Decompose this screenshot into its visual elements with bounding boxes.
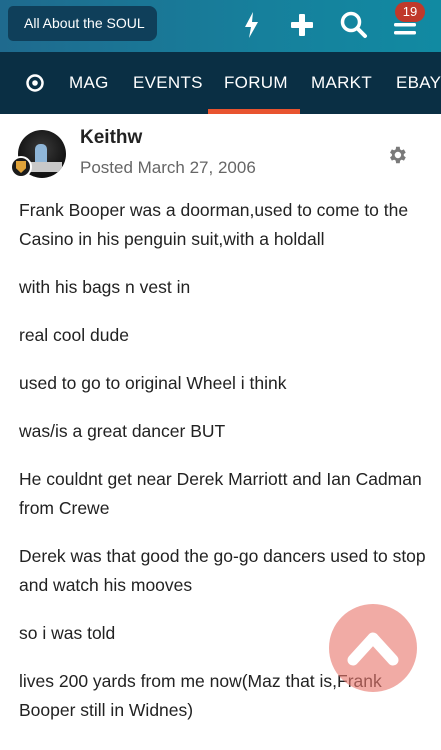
post-paragraph: with his bags n vest in: [19, 277, 191, 297]
post-date: Posted March 27, 2006: [80, 158, 256, 177]
nav-item-markt[interactable]: MARKT: [311, 52, 372, 114]
post-paragraph: real cool dude: [19, 325, 129, 345]
post-paragraph: Derek was that good the go-go dancers us…: [19, 546, 426, 595]
nav-item-events[interactable]: EVENTS: [133, 52, 203, 114]
nav-item-ebay[interactable]: EBAY: [396, 52, 441, 114]
post-author-header: Keithw Posted March 27, 2006: [0, 114, 441, 194]
plus-icon[interactable]: [286, 9, 318, 41]
scroll-to-top-button[interactable]: [329, 604, 417, 692]
post-paragraph: Frank Booper was a doorman,used to come …: [19, 200, 409, 249]
author-name[interactable]: Keithw: [80, 127, 142, 149]
top-app-bar: All About the SOUL 19: [0, 0, 441, 52]
nav-item-mag[interactable]: MAG: [69, 52, 109, 114]
gear-icon[interactable]: [386, 144, 408, 166]
back-button[interactable]: All About the SOUL: [8, 6, 157, 41]
main-nav: MAG EVENTS FORUM MARKT EBAY: [0, 52, 441, 114]
post-paragraph: was/is a great dancer BUT: [19, 421, 226, 441]
target-icon[interactable]: [25, 73, 45, 93]
chevron-up-icon: [347, 632, 399, 666]
post-paragraph: He couldnt get near Derek Marriott and I…: [19, 469, 422, 518]
post-paragraph: used to go to original Wheel i think: [19, 373, 287, 393]
notification-badge: 19: [395, 2, 425, 22]
lightning-icon[interactable]: [236, 9, 268, 41]
rank-badge-icon: [10, 156, 32, 178]
search-icon[interactable]: [338, 9, 370, 41]
back-button-label: All About the SOUL: [24, 15, 145, 31]
nav-item-forum[interactable]: FORUM: [208, 52, 300, 114]
